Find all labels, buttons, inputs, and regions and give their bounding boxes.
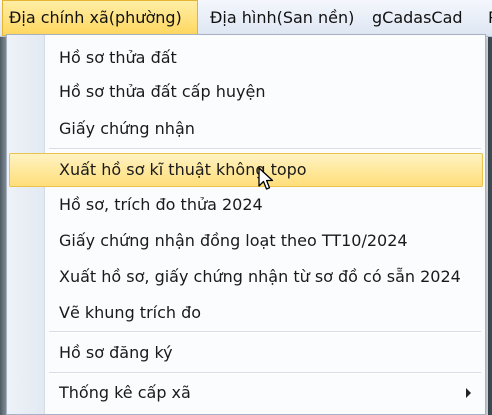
menu-partial-item[interactable]: P (482, 0, 492, 36)
menu-separator (49, 372, 481, 374)
menu-item-xuat-ho-so-ki-thuat[interactable]: Xuất hồ sơ kĩ thuật không topo (9, 153, 483, 187)
dropdown-menu: Hồ sơ thửa đất Hồ sơ thửa đất cấp huyện … (6, 34, 486, 415)
menu-item-ve-khung-trich-do[interactable]: Vẽ khung trích đo (9, 296, 483, 330)
menu-item-giay-chung-nhan[interactable]: Giấy chứng nhận (9, 112, 483, 146)
menu-separator (49, 148, 481, 150)
menu-item-xuat-tu-so-do[interactable]: Xuất hồ sơ, giấy chứng nhận từ sơ đồ có … (9, 260, 483, 294)
menu-item-label: Hồ sơ thửa đất (59, 48, 177, 67)
menu-item-label: Vẽ khung trích đo (59, 303, 202, 322)
menu-separator (49, 331, 481, 333)
menu-item-label: Xuất hồ sơ, giấy chứng nhận từ sơ đồ có … (59, 267, 461, 286)
menu-gcadascad[interactable]: gCadasCad (366, 0, 476, 36)
menu-item-label: Giấy chứng nhận (59, 119, 195, 138)
menu-item-label: Hồ sơ thửa đất cấp huyện (59, 82, 266, 101)
submenu-arrow-icon (466, 388, 471, 398)
menu-item-ho-so-thua-dat[interactable]: Hồ sơ thửa đất (9, 41, 483, 75)
menu-dia-chinh-xa[interactable]: Địa chính xã(phường) (2, 0, 198, 36)
menu-item-ho-so-dang-ky[interactable]: Hồ sơ đăng ký (9, 336, 483, 370)
menu-item-label: Hồ sơ, trích đo thửa 2024 (59, 195, 263, 214)
menu-item-gcn-dong-loat[interactable]: Giấy chứng nhận đồng loạt theo TT10/2024 (9, 224, 483, 258)
menu-item-label: Thống kê cấp xã (59, 383, 191, 402)
menu-item-label: Hồ sơ đăng ký (59, 343, 173, 362)
menu-item-ho-so-trich-do-2024[interactable]: Hồ sơ, trích đo thửa 2024 (9, 188, 483, 222)
menu-item-label: Giấy chứng nhận đồng loạt theo TT10/2024 (59, 231, 408, 250)
menu-dia-hinh[interactable]: Địa hình(San nền) (204, 0, 362, 36)
menu-item-thong-ke-cap-xa[interactable]: Thống kê cấp xã (9, 376, 483, 410)
mouse-pointer-icon (258, 167, 276, 195)
background-window-right (488, 37, 492, 415)
menu-item-ho-so-thua-dat-cap-huyen[interactable]: Hồ sơ thửa đất cấp huyện (9, 75, 483, 109)
menu-bar: Địa chính xã(phường) Địa hình(San nền) g… (0, 0, 492, 37)
